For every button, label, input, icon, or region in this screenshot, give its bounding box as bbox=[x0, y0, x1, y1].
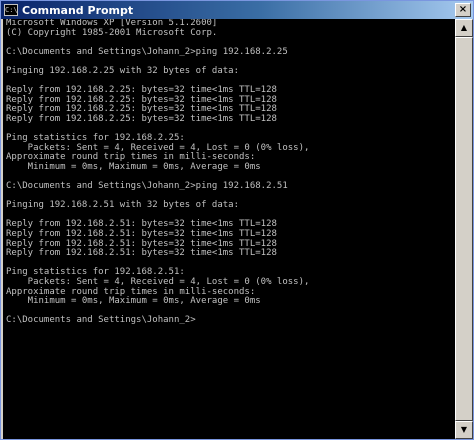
console-line: Minimum = 0ms, Maximum = 0ms, Average = … bbox=[6, 296, 261, 307]
title-bar[interactable]: C:\ Command Prompt × bbox=[1, 1, 473, 19]
window-title: Command Prompt bbox=[22, 3, 134, 17]
console-line: Pinging 192.168.2.51 with 32 bytes of da… bbox=[6, 200, 239, 211]
console-line: Reply from 192.168.2.25: bytes=32 time<1… bbox=[6, 113, 277, 124]
close-button[interactable]: × bbox=[455, 3, 471, 17]
console-line: Reply from 192.168.2.51: bytes=32 time<1… bbox=[6, 248, 277, 259]
console-line: (C) Copyright 1985-2001 Microsoft Corp. bbox=[6, 27, 218, 38]
console-line: C:\Documents and Settings\Johann_2> bbox=[6, 315, 196, 326]
arrow-up-icon: ▲ bbox=[460, 23, 468, 32]
command-prompt-window: C:\ Command Prompt × Microsoft Windows X… bbox=[0, 0, 474, 440]
scroll-up-button[interactable]: ▲ bbox=[455, 19, 473, 37]
console-line: C:\Documents and Settings\Johann_2>ping … bbox=[6, 46, 288, 57]
scrollbar-thumb[interactable] bbox=[455, 37, 473, 421]
console-line: Minimum = 0ms, Maximum = 0ms, Average = … bbox=[6, 161, 261, 172]
vertical-scrollbar[interactable]: ▲ ▼ bbox=[455, 19, 473, 439]
console-line: C:\Documents and Settings\Johann_2>ping … bbox=[6, 181, 288, 192]
arrow-down-icon: ▼ bbox=[460, 425, 468, 434]
console-icon[interactable]: C:\ bbox=[4, 4, 18, 16]
scroll-down-button[interactable]: ▼ bbox=[455, 421, 473, 439]
console-line: Pinging 192.168.2.25 with 32 bytes of da… bbox=[6, 65, 239, 76]
console-output[interactable]: Microsoft Windows XP [Version 5.1.2600](… bbox=[3, 19, 455, 439]
